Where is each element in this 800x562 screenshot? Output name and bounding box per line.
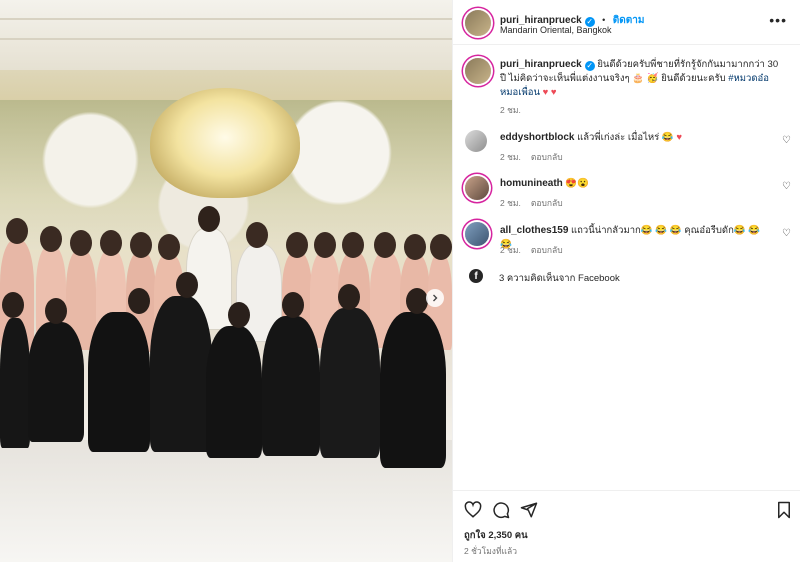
- next-photo-button[interactable]: [426, 289, 444, 307]
- person-head: [176, 272, 198, 298]
- comment-text: 😍😮: [565, 178, 590, 189]
- author-avatar[interactable]: [465, 10, 491, 36]
- person-head: [198, 206, 220, 232]
- facebook-icon: f: [469, 269, 483, 283]
- person-head: [404, 234, 426, 260]
- person-head: [45, 298, 67, 324]
- person-head: [40, 226, 62, 252]
- groomsman: [262, 316, 320, 456]
- post-time[interactable]: 2 ชั่วโมงที่แล้ว: [464, 544, 517, 558]
- comment-icon[interactable]: [492, 501, 510, 519]
- comment-username[interactable]: eddyshortblock: [500, 132, 574, 143]
- comment-time: 2 ชม.: [500, 152, 521, 162]
- commenter-avatar[interactable]: [465, 176, 489, 200]
- person-head: [246, 222, 268, 248]
- caption-time: 2 ชม.: [500, 105, 521, 115]
- post-header: puri_hiranprueck ✓ • ติดตาม Mandarin Orie…: [453, 0, 800, 45]
- comment-meta: 2 ชม. ตอบกลับ: [500, 243, 573, 257]
- comment-meta: 2 ชม. ตอบกลับ: [500, 196, 573, 210]
- groomsman: [380, 312, 446, 468]
- save-bookmark-icon[interactable]: [775, 501, 793, 519]
- heart-emoji-icon: ♥: [676, 132, 682, 143]
- person-head: [158, 234, 180, 260]
- person-head: [338, 284, 360, 310]
- comment-time: 2 ชม.: [500, 198, 521, 208]
- person-head: [2, 292, 24, 318]
- follow-button[interactable]: ติดตาม: [613, 15, 645, 26]
- person-head: [282, 292, 304, 318]
- heart-icon[interactable]: [464, 501, 482, 519]
- comment: eddyshortblock แล้วพี่เก่งล่ะ เมื่อไหร่ …: [500, 131, 770, 145]
- person-head: [430, 234, 452, 260]
- comment-meta: 2 ชม. ตอบกลับ: [500, 150, 573, 164]
- person-head: [314, 232, 336, 258]
- comment: homunineath 😍😮: [500, 177, 770, 191]
- person-head: [100, 230, 122, 256]
- post-details-panel: puri_hiranprueck ✓ • ติดตาม Mandarin Orie…: [452, 0, 800, 562]
- groomsman: [320, 308, 380, 458]
- heart-emoji-icon: ♥ ♥: [542, 87, 557, 98]
- facebook-comments-link[interactable]: 3 ความคิดเห็นจาก Facebook: [499, 271, 620, 286]
- person-head: [374, 232, 396, 258]
- person-head: [130, 232, 152, 258]
- person-head: [342, 232, 364, 258]
- caption-avatar[interactable]: [465, 58, 491, 84]
- person-head: [228, 302, 250, 328]
- verified-badge-icon: ✓: [584, 61, 595, 71]
- person-head: [286, 232, 308, 258]
- person-head: [6, 218, 28, 244]
- like-comment-heart-icon[interactable]: ♡: [782, 228, 791, 239]
- share-icon[interactable]: [520, 501, 538, 519]
- groomsman: [206, 326, 262, 458]
- comment-time: 2 ชม.: [500, 245, 521, 255]
- person-head: [70, 230, 92, 256]
- groomsman: [0, 318, 30, 448]
- commenter-avatar[interactable]: [465, 222, 489, 246]
- reply-button[interactable]: ตอบกลับ: [531, 245, 563, 255]
- chevron-right-icon: [433, 294, 438, 302]
- action-bar: [453, 490, 800, 531]
- groomsman: [88, 312, 150, 452]
- comment-username[interactable]: all_clothes159: [500, 225, 568, 236]
- caption-username[interactable]: puri_hiranprueck: [500, 59, 582, 70]
- reply-button[interactable]: ตอบกลับ: [531, 152, 563, 162]
- like-comment-heart-icon[interactable]: ♡: [782, 135, 791, 146]
- more-options-icon[interactable]: •••: [769, 12, 787, 28]
- commenter-avatar[interactable]: [465, 130, 487, 152]
- ceiling-moulding: [0, 18, 452, 40]
- separator-dot: •: [602, 15, 606, 25]
- person-head: [128, 288, 150, 314]
- like-comment-heart-icon[interactable]: ♡: [782, 181, 791, 192]
- reply-button[interactable]: ตอบกลับ: [531, 198, 563, 208]
- caption: puri_hiranprueck ✓ ยินดีด้วยครับพี่ชายที่…: [500, 58, 780, 100]
- location-link[interactable]: Mandarin Oriental, Bangkok: [500, 25, 612, 35]
- post-photo[interactable]: [0, 0, 452, 562]
- groomsman: [150, 296, 212, 452]
- chandelier: [150, 88, 300, 198]
- comment-username[interactable]: homunineath: [500, 178, 563, 189]
- person-head: [406, 288, 428, 314]
- groomsman: [28, 322, 84, 442]
- likes-count[interactable]: ถูกใจ 2,350 คน: [464, 528, 528, 543]
- comment-text: แล้วพี่เก่งล่ะ เมื่อไหร่ 😂: [577, 132, 674, 143]
